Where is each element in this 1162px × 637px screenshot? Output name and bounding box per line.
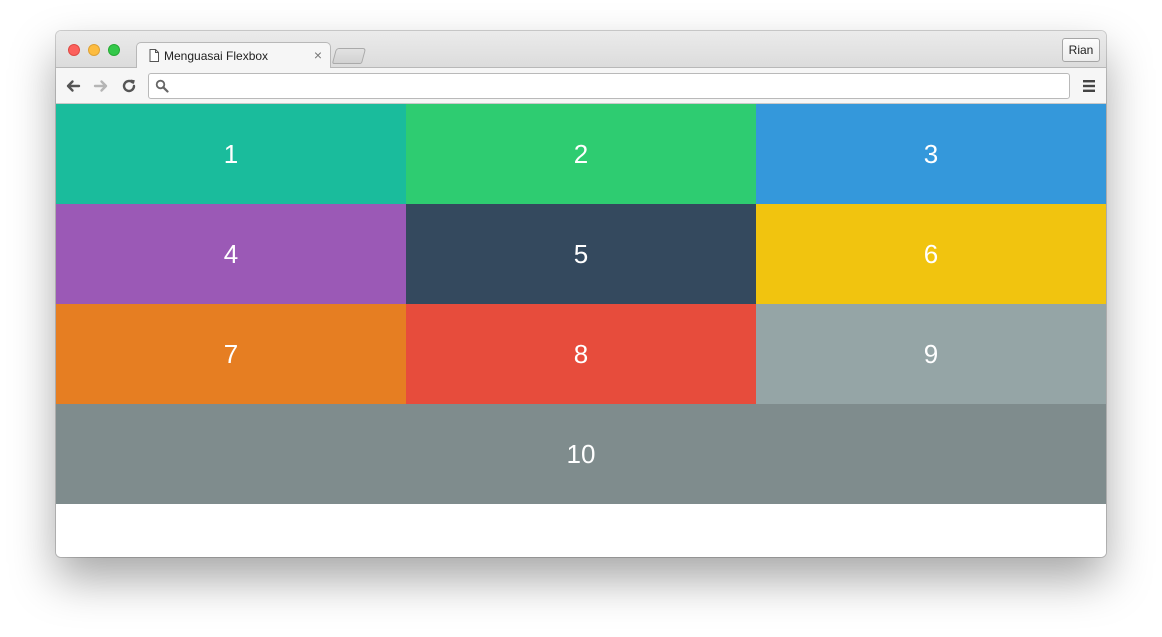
flex-item-8: 8 [406,304,756,404]
search-icon [155,79,169,93]
window-maximize-button[interactable] [108,44,120,56]
flex-item-7: 7 [56,304,406,404]
reload-icon[interactable] [120,77,138,95]
flex-item-6: 6 [756,204,1106,304]
tab-menguasai-flexbox[interactable]: Menguasai Flexbox × [136,42,331,69]
flex-item-3: 3 [756,104,1106,204]
flex-item-1: 1 [56,104,406,204]
profile-button[interactable]: Rian [1062,38,1100,62]
flex-item-10: 10 [56,404,1106,504]
back-arrow-icon[interactable] [64,77,82,95]
flex-item-2: 2 [406,104,756,204]
hamburger-menu-icon[interactable] [1082,79,1096,93]
window-close-button[interactable] [68,44,80,56]
flex-item-5: 5 [406,204,756,304]
tab-title: Menguasai Flexbox [164,49,269,63]
flex-item-9: 9 [756,304,1106,404]
forward-arrow-icon[interactable] [92,77,110,95]
browser-toolbar [56,68,1106,104]
flex-item-4: 4 [56,204,406,304]
address-bar[interactable] [148,73,1070,99]
title-bar: Menguasai Flexbox × Rian [56,31,1106,69]
page-icon [149,49,159,62]
tab-close-icon[interactable]: × [314,47,322,63]
window-minimize-button[interactable] [88,44,100,56]
page-content: 1 2 3 4 5 6 7 8 9 10 [56,104,1106,557]
flex-container: 1 2 3 4 5 6 7 8 9 10 [56,104,1106,504]
new-tab-button[interactable] [331,48,367,64]
browser-window: Menguasai Flexbox × Rian 1 2 3 4 5 6 7 8… [56,31,1106,557]
